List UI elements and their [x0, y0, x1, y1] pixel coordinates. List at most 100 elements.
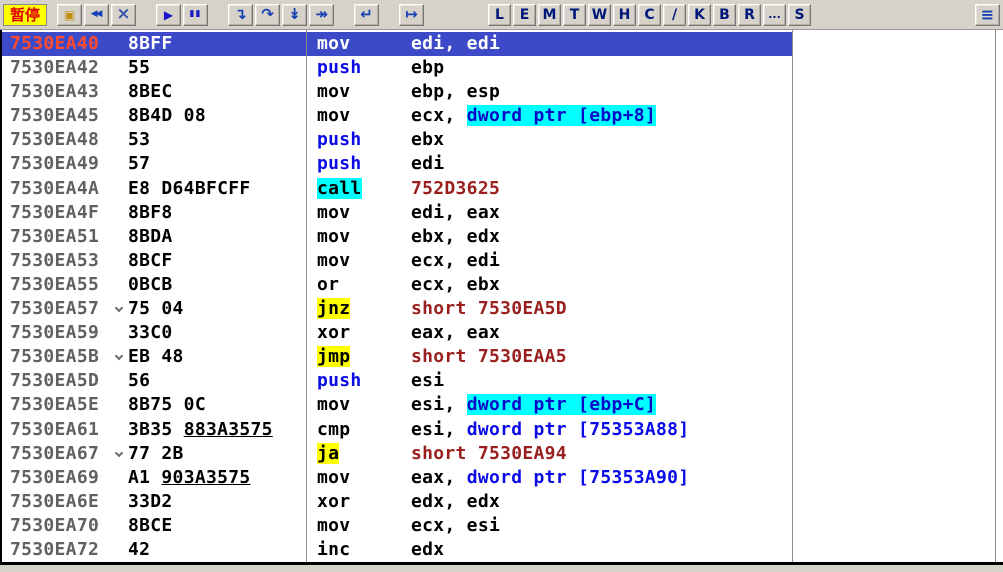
instruction-line: 7530EA72 42 inc edx: [2, 538, 792, 562]
disassembly-row[interactable]: 7530EA4A E8 D64BFCFF call 752D3625: [2, 177, 1003, 201]
view-breakpoints-button[interactable]: B: [713, 3, 736, 26]
disassembly-row[interactable]: 7530EA45 8B4D 08 mov ecx, dword ptr [ebp+8]: [2, 104, 1003, 128]
instruction-line: 7530EA43 8BEC mov ebp, esp: [2, 80, 792, 104]
address-cell: 7530EA48: [10, 129, 100, 151]
disassembly-row[interactable]: 7530EA42 55 push ebp: [2, 56, 1003, 80]
open-button[interactable]: ▣: [57, 3, 82, 26]
pause-icon: ▮▮: [189, 9, 202, 19]
view-patches-button[interactable]: /: [663, 3, 686, 26]
mnemonic: mov: [317, 33, 351, 54]
jump-indicator-cell: [114, 321, 128, 345]
mnemonic: push: [317, 57, 362, 79]
address-cell: 7530EA59: [10, 322, 100, 344]
operand-segment: ebx: [411, 129, 445, 151]
byte-segment: 77 2B: [128, 442, 184, 464]
mnemonic-cell: mov: [306, 225, 411, 249]
run-button[interactable]: ▶: [156, 3, 181, 26]
comment-cell: [792, 249, 1003, 273]
jump-indicator-cell: [114, 466, 128, 490]
view-callstack-button[interactable]: K: [688, 3, 711, 26]
pause-button[interactable]: ▮▮: [183, 3, 208, 26]
folder-open-icon: ▣: [63, 7, 76, 22]
mnemonic-cell: xor: [306, 321, 411, 345]
operands-cell: ebp, esp: [411, 80, 792, 104]
debugger-window: 暂停 ▣ ◀◀ × ▶ ▮▮ ↴ ↷ ↡ ↠ ↵ ↦ L E M T W H C / K B R... S ≡ 7530EA…: [0, 0, 1003, 565]
operands-cell: edi: [411, 152, 792, 176]
view-patches-button-label: /: [671, 6, 678, 23]
view-threads-button[interactable]: T: [563, 3, 586, 26]
disassembly-row[interactable]: 7530EA5D 56 push esi: [2, 369, 1003, 393]
view-log-button[interactable]: L: [488, 3, 511, 26]
mnemonic: mov: [317, 105, 351, 127]
disassembly-row[interactable]: 7530EA72 42 inc edx: [2, 538, 1003, 562]
disassembly-row[interactable]: 7530EA70 8BCE mov ecx, esi: [2, 514, 1003, 538]
go-to-button[interactable]: ↦: [399, 3, 424, 26]
bytes-cell: 3B35 883A3575: [128, 418, 306, 442]
disassembly-row[interactable]: 7530EA5E 8B75 0C mov esi, dword ptr [ebp+C]: [2, 393, 1003, 417]
disassembly-row[interactable]: 7530EA48 53 push ebx: [2, 128, 1003, 152]
disassembly-row[interactable]: 7530EA43 8BEC mov ebp, esp: [2, 80, 1003, 104]
disassembly-row[interactable]: 7530EA57 75 04 jnz short 7530EA5D: [2, 297, 1003, 321]
view-cpu-button-label: C: [644, 6, 655, 23]
operand-segment: dword ptr [75353A90]: [466, 466, 690, 488]
bytes-cell: 8BCE: [128, 514, 306, 538]
operand-segment: edi: [411, 153, 445, 175]
instruction-line: 7530EA5D 56 push esi: [2, 369, 792, 393]
disassembly-row[interactable]: 7530EA5B EB 48 jmp short 7530EAA5: [2, 345, 1003, 369]
bytes-cell: 42: [128, 538, 306, 562]
address-cell: 7530EA70: [10, 514, 100, 536]
comment-cell: [792, 80, 1003, 104]
disassembly-row[interactable]: 7530EA51 8BDA mov ebx, edx: [2, 225, 1003, 249]
execute-till-return-button[interactable]: ↵: [354, 3, 379, 26]
comment-cell: [792, 273, 1003, 297]
view-threads-button-label: T: [569, 6, 580, 23]
restart-button[interactable]: ◀◀: [84, 3, 109, 26]
disassembly-row[interactable]: 7530EA69 A1 903A3575 mov eax, dword ptr [75…: [2, 466, 1003, 490]
disassembly-row[interactable]: 7530EA53 8BCF mov ecx, edi: [2, 249, 1003, 273]
operands-cell: ebx: [411, 128, 792, 152]
byte-segment: 53: [128, 129, 151, 151]
windows-list-button[interactable]: ≡: [975, 3, 1000, 26]
mnemonic-cell: mov: [306, 514, 411, 538]
address-cell: 7530EA61: [10, 418, 100, 440]
operand-segment: dword ptr [ebp+C]: [466, 394, 657, 416]
view-references-button[interactable]: R: [738, 3, 761, 26]
disassembly-row[interactable]: 7530EA40 8BFF mov edi, edi: [2, 32, 1003, 57]
mnemonic: mov: [317, 514, 351, 536]
instruction-line: 7530EA6E 33D2 xor edx, edx: [2, 490, 792, 514]
disassembly-row[interactable]: 7530EA6E 33D2 xor edx, edx: [2, 490, 1003, 514]
jump-indicator-cell: [114, 369, 128, 393]
column-separator-right-edge: [995, 30, 996, 562]
trace-over-button[interactable]: ↠: [309, 3, 334, 26]
view-cpu-button[interactable]: C: [638, 3, 661, 26]
step-over-button[interactable]: ↷: [255, 3, 280, 26]
view-runtrace-button[interactable]: ...: [763, 3, 786, 26]
view-executables-button[interactable]: E: [513, 3, 536, 26]
view-source-button[interactable]: S: [788, 3, 811, 26]
bytes-cell: 8B75 0C: [128, 393, 306, 417]
disassembly-row[interactable]: 7530EA59 33C0 xor eax, eax: [2, 321, 1003, 345]
operands-cell: 752D3625: [411, 177, 792, 201]
operands-cell: esi, dword ptr [ebp+C]: [411, 393, 792, 417]
disassembly-row[interactable]: 7530EA4F 8BF8 mov edi, eax: [2, 201, 1003, 225]
bytes-cell: 77 2B: [128, 442, 306, 466]
address-cell: 7530EA5D: [10, 370, 100, 392]
close-button[interactable]: ×: [111, 3, 136, 26]
bytes-cell: E8 D64BFCFF: [128, 177, 306, 201]
disassembly-row[interactable]: 7530EA67 77 2B ja short 7530EA94: [2, 442, 1003, 466]
mnemonic: push: [317, 129, 362, 151]
instruction-line: 7530EA4F 8BF8 mov edi, eax: [2, 201, 792, 225]
status-badge: 暂停: [3, 3, 47, 26]
disassembly-row[interactable]: 7530EA55 0BCB or ecx, ebx: [2, 273, 1003, 297]
view-memory-button[interactable]: M: [538, 3, 561, 26]
bytes-cell: 33C0: [128, 321, 306, 345]
view-handles-button[interactable]: H: [613, 3, 636, 26]
view-windows-button[interactable]: W: [588, 3, 611, 26]
byte-segment: 3B35: [128, 418, 184, 440]
disassembly-row[interactable]: 7530EA49 57 push edi: [2, 152, 1003, 176]
column-separator-bytes-instruction: [306, 30, 307, 562]
instruction-line: 7530EA40 8BFF mov edi, edi: [2, 32, 792, 57]
step-into-button[interactable]: ↴: [228, 3, 253, 26]
disassembly-row[interactable]: 7530EA61 3B35 883A3575 cmp esi, dword ptr […: [2, 418, 1003, 442]
trace-into-button[interactable]: ↡: [282, 3, 307, 26]
